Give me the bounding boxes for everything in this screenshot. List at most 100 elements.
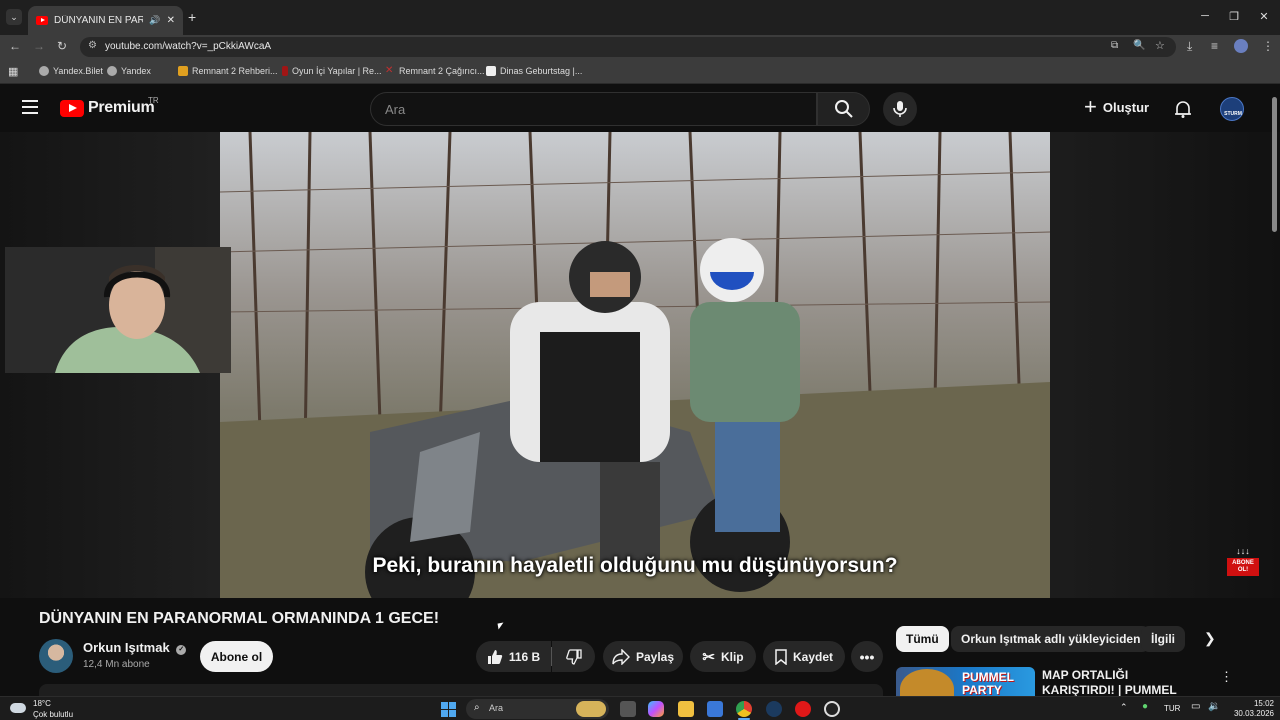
obs-icon[interactable] <box>824 701 840 717</box>
description-box[interactable] <box>39 684 883 696</box>
display-icon[interactable]: ▭ <box>1191 701 1200 712</box>
user-avatar[interactable]: STURM <box>1220 97 1244 121</box>
site-info-icon[interactable]: ⚙ <box>88 40 97 51</box>
page-scrollbar[interactable] <box>1272 97 1277 232</box>
store-icon[interactable] <box>707 701 723 717</box>
down-arrows-icon: ↓↓↓ <box>1236 546 1250 556</box>
yandex-globe-icon <box>107 66 117 76</box>
notifications-bell-icon[interactable] <box>1173 99 1193 119</box>
new-tab-button[interactable]: + <box>188 9 196 25</box>
media-control-icon[interactable]: ≡ <box>1211 39 1218 53</box>
tray-mic-icon[interactable]: ● <box>1142 701 1148 712</box>
browser-tab-active[interactable]: DÜNYANIN EN PARANORMAL ORMANINDA 1 GECE!… <box>28 6 183 35</box>
zoom-icon[interactable]: 🔍 <box>1133 40 1145 51</box>
search-icon <box>835 100 853 118</box>
clip-label: Klip <box>720 649 744 664</box>
close-window-button[interactable]: ✕ <box>1254 10 1274 23</box>
youtube-music-icon[interactable] <box>795 701 811 717</box>
clock-time[interactable]: 15:02 <box>1238 699 1274 708</box>
audio-playing-icon[interactable]: 🔊 <box>149 15 160 26</box>
bookmark-icon <box>775 648 787 665</box>
microphone-icon <box>893 101 907 117</box>
profile-icon[interactable] <box>1234 39 1248 53</box>
file-explorer-icon[interactable] <box>678 701 694 717</box>
minimize-button[interactable]: ─ <box>1195 10 1215 22</box>
language-indicator[interactable]: TUR <box>1164 704 1180 713</box>
tab-list-button[interactable]: ⌄ <box>6 9 22 25</box>
subscribe-button[interactable]: Abone ol <box>200 641 273 672</box>
menu-kebab-icon[interactable]: ⋮ <box>1262 39 1274 53</box>
bookmark-item[interactable]: Oyun İçi Yapılar | Re... <box>282 66 382 76</box>
reload-icon[interactable]: ↻ <box>57 39 67 53</box>
clip-button[interactable]: ✂ Klip <box>690 641 756 672</box>
more-actions-button[interactable]: ••• <box>851 641 883 672</box>
channel-avatar[interactable] <box>39 639 73 673</box>
bookmarks-bar: ▦ Yandex.Bilet Yandex Remnant 2 Rehberi.… <box>0 59 1280 84</box>
avatar-text: STURM <box>1224 111 1242 117</box>
browser-toolbar: ← → ↻ ⚙ youtube.com/watch?v=_pCkkiAWcaA … <box>0 35 1280 59</box>
youtube-logo[interactable]: Premium <box>60 99 155 117</box>
windows-start-icon[interactable] <box>441 702 456 717</box>
tray-overflow-icon[interactable]: ⌃ <box>1120 702 1128 713</box>
share-label: Paylaş <box>635 649 675 664</box>
steam-icon[interactable] <box>766 701 782 717</box>
recommendation-thumbnail[interactable]: PUMMEL PARTY <box>896 667 1035 697</box>
taskbar-search-input[interactable]: ⌕ Ara <box>466 699 609 719</box>
bookmark-item[interactable]: ✕ Remnant 2 Çağırıcı... <box>385 66 485 77</box>
bookmark-label: Dinas Geburtstag |... <box>500 66 583 76</box>
recommendation-menu-icon[interactable]: ⋮ <box>1220 669 1233 685</box>
back-arrow-icon[interactable]: ← <box>9 39 21 53</box>
thumbnail-game-title: PUMMEL PARTY <box>962 670 1014 697</box>
dislike-button[interactable] <box>552 641 595 672</box>
more-horizontal-icon: ••• <box>859 648 875 665</box>
youtube-favicon-icon <box>36 16 48 25</box>
youtube-play-logo-icon <box>60 99 84 117</box>
thumbnail-character-image <box>900 669 954 697</box>
bookmark-star-icon[interactable]: ☆ <box>1155 39 1165 52</box>
mouse-cursor <box>497 622 505 630</box>
bookmark-item[interactable]: Yandex.Bilet <box>39 66 103 76</box>
save-button[interactable]: Kaydet <box>763 641 845 672</box>
chrome-icon[interactable] <box>736 701 752 717</box>
browser-tab-bar: ⌄ DÜNYANIN EN PARANORMAL ORMANINDA 1 GEC… <box>0 0 1280 35</box>
search-button[interactable] <box>817 92 870 126</box>
install-app-icon[interactable]: ⧉ <box>1111 40 1118 51</box>
forward-arrow-icon[interactable]: → <box>33 39 45 53</box>
hamburger-menu-icon[interactable] <box>22 100 38 114</box>
tab-title: DÜNYANIN EN PARANORMAL ORMANINDA 1 GECE! <box>54 15 144 26</box>
bookmark-item[interactable]: Remnant 2 Rehberi... <box>178 66 278 76</box>
like-button[interactable]: 116 B <box>476 641 551 672</box>
share-arrow-icon <box>612 648 630 665</box>
voice-search-button[interactable] <box>883 92 917 126</box>
bookmark-item[interactable]: Yandex <box>107 66 151 76</box>
volume-icon[interactable]: 🔉 <box>1208 701 1220 712</box>
task-view-icon[interactable] <box>620 701 636 717</box>
chip-related[interactable]: İlgili <box>1141 626 1185 652</box>
channel-name-text: Orkun Işıtmak <box>83 640 170 655</box>
copilot-icon[interactable] <box>648 701 664 717</box>
chip-all[interactable]: Tümü <box>896 626 949 652</box>
address-bar[interactable]: ⚙ youtube.com/watch?v=_pCkkiAWcaA ⧉ 🔍 ☆ <box>80 37 1176 57</box>
channel-name[interactable]: Orkun Işıtmak ✓ <box>83 640 187 655</box>
create-label: Oluştur <box>1102 99 1150 115</box>
bookmark-item[interactable]: Dinas Geburtstag |... <box>486 66 582 76</box>
subscribe-watermark[interactable]: ↓↓↓ ABONE OL! <box>1227 547 1259 579</box>
abone-badge: ABONE OL! <box>1227 558 1259 576</box>
bookmark-label: Yandex <box>121 66 151 76</box>
apps-grid-icon[interactable]: ▦ <box>8 65 18 78</box>
search-input[interactable]: Ara <box>370 92 817 126</box>
thumbs-down-icon <box>565 648 582 665</box>
taskbar-search-placeholder: Ara <box>489 703 504 713</box>
tab-close-icon[interactable]: ✕ <box>167 15 175 26</box>
restore-button[interactable]: ❐ <box>1224 10 1244 23</box>
create-button[interactable]: + Oluştur <box>1084 96 1150 118</box>
share-button[interactable]: Paylaş <box>603 641 683 672</box>
download-icon[interactable]: ⤓ <box>1187 39 1192 54</box>
clock-date[interactable]: 30.03.2026 <box>1226 709 1274 718</box>
webcam-overlay <box>5 247 231 373</box>
subscriber-count: 12,4 Mn abone <box>83 659 150 670</box>
chevron-right-icon[interactable]: ❯ <box>1204 630 1216 647</box>
video-title: DÜNYANIN EN PARANORMAL ORMANINDA 1 GECE! <box>39 610 440 627</box>
video-player[interactable]: Peki, buranın hayaletli olduğunu mu düşü… <box>220 132 1050 598</box>
chip-from-uploader[interactable]: Orkun Işıtmak adlı yükleyiciden <box>951 626 1151 652</box>
